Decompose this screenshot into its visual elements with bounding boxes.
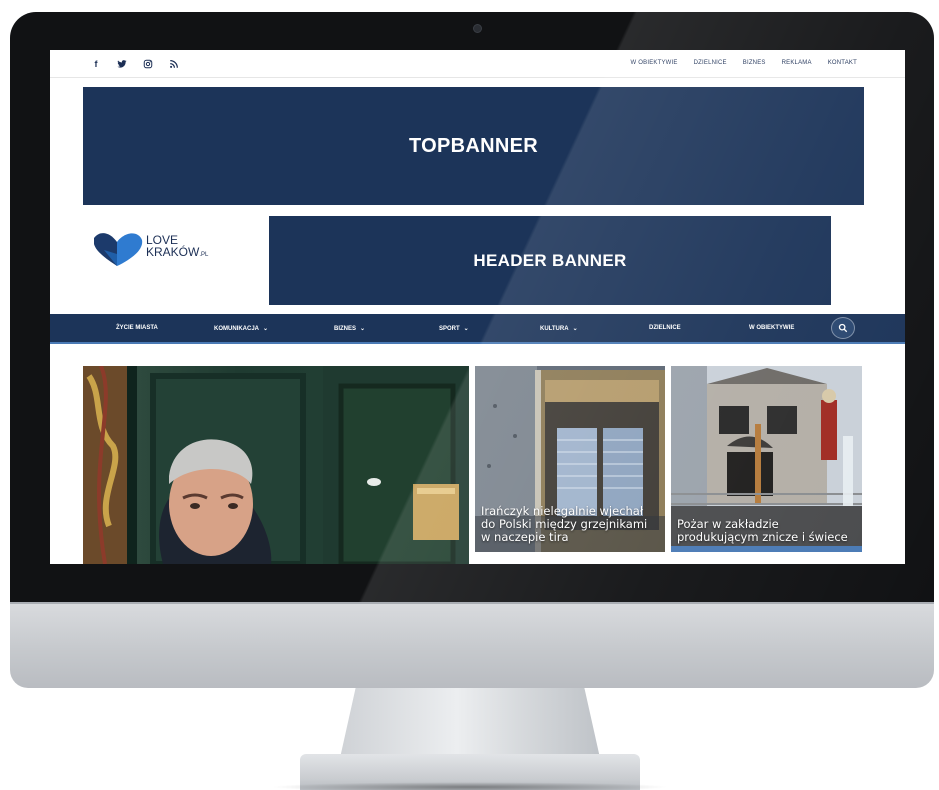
nav-label: W OBIEKTYWIE (749, 325, 795, 331)
nav-label: SPORT (439, 326, 460, 332)
rss-icon[interactable] (168, 58, 180, 70)
nav-label: BIZNES (334, 326, 357, 332)
article-tile-fire[interactable]: Pożar w zakładzie produkującym znicze i … (671, 366, 862, 552)
nav-item-sport[interactable]: SPORT ⌄ (439, 325, 469, 332)
nav-label: KULTURA (540, 326, 569, 332)
social-links: f (90, 58, 180, 70)
heart-logo-icon (94, 233, 143, 266)
chevron-down-icon: ⌄ (263, 326, 269, 332)
nav-item-dzielnice[interactable]: DZIELNICE (649, 325, 681, 331)
search-icon (838, 323, 848, 333)
logo-wordmark: LOVE KRAKÓW.PL (146, 234, 208, 261)
nav-item-zycie-miasta[interactable]: ŻYCIE MIASTA (116, 325, 158, 331)
site-logo[interactable]: LOVE KRAKÓW.PL (90, 226, 240, 276)
top-banner[interactable]: TOPBANNER (83, 87, 864, 205)
stand-shadow (270, 782, 670, 790)
nav-label: ŻYCIE MIASTA (116, 325, 158, 331)
logo-city: KRAKÓW (146, 245, 200, 259)
toplink-biznes[interactable]: BIZNES (743, 60, 766, 66)
chevron-down-icon: ⌄ (463, 326, 469, 332)
nav-label: DZIELNICE (649, 325, 681, 331)
toplink-kontakt[interactable]: KONTAKT (828, 60, 857, 66)
header-banner[interactable]: HEADER BANNER (269, 216, 831, 305)
toplink-dzielnice[interactable]: DZIELNICE (694, 60, 727, 66)
nav-label: KOMUNIKACJA (214, 326, 259, 332)
nav-item-komunikacja[interactable]: KOMUNIKACJA ⌄ (214, 325, 268, 332)
main-navigation: ŻYCIE MIASTA KOMUNIKACJA ⌄ BIZNES ⌄ SPORT ⌄… (50, 314, 905, 344)
article-photo (83, 366, 469, 564)
logo-line-2: KRAKÓW.PL (146, 246, 208, 261)
article-caption: Pożar w zakładzie produkującym znicze i … (677, 517, 848, 544)
toplink-w-obiektywie[interactable]: W OBIEKTYWIE (631, 60, 678, 66)
chin-divider (10, 602, 934, 604)
top-utility-bar: f W OBIEKTYWIE DZIELNICE BIZNES REKLAMA … (50, 50, 905, 78)
chevron-down-icon: ⌄ (572, 326, 578, 332)
instagram-icon[interactable] (142, 58, 154, 70)
toplink-reklama[interactable]: REKLAMA (782, 60, 812, 66)
nav-item-kultura[interactable]: KULTURA ⌄ (540, 325, 578, 332)
top-links: W OBIEKTYWIE DZIELNICE BIZNES REKLAMA KO… (631, 60, 857, 66)
search-button[interactable] (831, 317, 855, 339)
monitor-stand-neck (340, 688, 600, 758)
article-caption: Irańczyk nielegalnie wjechał do Polski m… (481, 504, 648, 544)
monitor-chin (10, 602, 934, 688)
nav-item-biznes[interactable]: BIZNES ⌄ (334, 325, 365, 332)
facebook-icon[interactable]: f (90, 58, 102, 70)
article-tile-truck[interactable]: Irańczyk nielegalnie wjechał do Polski m… (475, 366, 665, 552)
browser-viewport: f W OBIEKTYWIE DZIELNICE BIZNES REKLAMA … (50, 50, 905, 564)
nav-item-w-obiektywie[interactable]: W OBIEKTYWIE (749, 325, 794, 331)
webcam-icon (473, 24, 482, 33)
featured-article-tile[interactable] (83, 366, 469, 564)
logo-suffix: .PL (199, 252, 209, 258)
chevron-down-icon: ⌄ (360, 326, 366, 332)
twitter-icon[interactable] (116, 58, 128, 70)
